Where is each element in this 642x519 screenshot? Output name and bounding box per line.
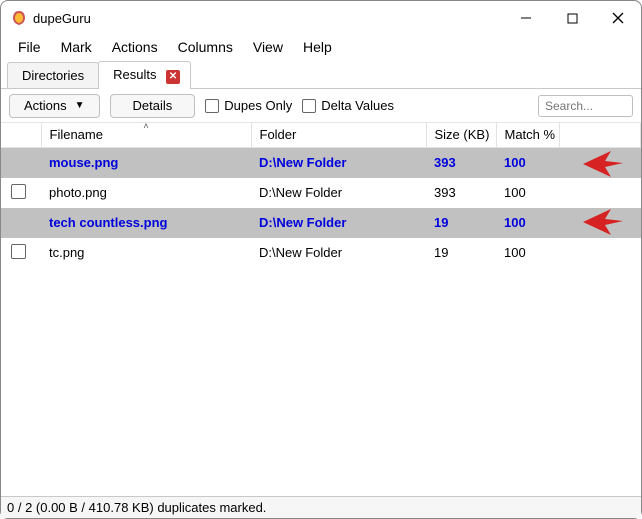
- table-row[interactable]: tech countless.png D:\New Folder 19 100: [1, 208, 641, 238]
- cell-match: 100: [496, 178, 559, 208]
- delta-values-label: Delta Values: [321, 98, 394, 113]
- column-size[interactable]: Size (KB): [426, 123, 496, 147]
- cell-match: 100: [496, 147, 559, 178]
- search-input[interactable]: [538, 95, 633, 117]
- column-match[interactable]: Match %: [496, 123, 559, 147]
- cell-match: 100: [496, 238, 559, 268]
- cell-folder: D:\New Folder: [251, 147, 426, 178]
- actions-dropdown[interactable]: Actions ▼: [9, 94, 100, 118]
- menu-file[interactable]: File: [9, 37, 50, 57]
- cell-filename: tech countless.png: [41, 208, 251, 238]
- menu-view[interactable]: View: [244, 37, 292, 57]
- cell-size: 19: [426, 238, 496, 268]
- status-text: 0 / 2 (0.00 B / 410.78 KB) duplicates ma…: [7, 500, 266, 515]
- cell-folder: D:\New Folder: [251, 178, 426, 208]
- minimize-button[interactable]: [503, 1, 549, 35]
- checkbox-box: [205, 99, 219, 113]
- maximize-button[interactable]: [549, 1, 595, 35]
- column-blank[interactable]: [559, 123, 641, 147]
- chevron-down-icon: ▼: [75, 100, 85, 111]
- cell-folder: D:\New Folder: [251, 208, 426, 238]
- menu-actions[interactable]: Actions: [103, 37, 167, 57]
- actions-label: Actions: [24, 98, 67, 113]
- row-checkbox[interactable]: [11, 244, 26, 259]
- tab-directories[interactable]: Directories: [7, 62, 99, 88]
- tab-row: Directories Results ✕: [1, 59, 641, 89]
- column-folder-label: Folder: [260, 127, 297, 142]
- column-size-label: Size (KB): [435, 127, 490, 142]
- delta-values-checkbox[interactable]: Delta Values: [302, 98, 394, 113]
- column-match-label: Match %: [505, 127, 556, 142]
- row-checkbox[interactable]: [11, 184, 26, 199]
- cell-match: 100: [496, 208, 559, 238]
- results-table: Filename ˄ Folder Size (KB) Match %: [1, 123, 641, 268]
- tab-results-label: Results: [113, 67, 156, 82]
- statusbar: 0 / 2 (0.00 B / 410.78 KB) duplicates ma…: [1, 496, 641, 518]
- column-mark[interactable]: [1, 123, 41, 147]
- table-row[interactable]: tc.png D:\New Folder 19 100: [1, 238, 641, 268]
- app-window: dupeGuru File Mark Actions Columns View …: [0, 0, 642, 519]
- cell-filename: mouse.png: [41, 147, 251, 178]
- tab-results[interactable]: Results ✕: [98, 61, 191, 89]
- cell-folder: D:\New Folder: [251, 238, 426, 268]
- window-controls: [503, 1, 641, 35]
- dupes-only-label: Dupes Only: [224, 98, 292, 113]
- app-icon: [11, 10, 27, 26]
- cell-size: 19: [426, 208, 496, 238]
- column-filename-label: Filename: [50, 127, 103, 142]
- details-button[interactable]: Details: [110, 94, 196, 118]
- cell-size: 393: [426, 147, 496, 178]
- tab-directories-label: Directories: [22, 68, 84, 83]
- details-label: Details: [133, 98, 173, 113]
- menubar: File Mark Actions Columns View Help: [1, 35, 641, 59]
- close-tab-icon[interactable]: ✕: [166, 70, 180, 84]
- close-button[interactable]: [595, 1, 641, 35]
- table-row[interactable]: mouse.png D:\New Folder 393 100: [1, 147, 641, 178]
- titlebar: dupeGuru: [1, 1, 641, 35]
- results-table-wrap: Filename ˄ Folder Size (KB) Match %: [1, 123, 641, 496]
- sort-indicator-icon: ˄: [143, 123, 148, 131]
- toolbar: Actions ▼ Details Dupes Only Delta Value…: [1, 89, 641, 123]
- column-filename[interactable]: Filename ˄: [41, 123, 251, 147]
- menu-mark[interactable]: Mark: [52, 37, 101, 57]
- table-row[interactable]: photo.png D:\New Folder 393 100: [1, 178, 641, 208]
- dupes-only-checkbox[interactable]: Dupes Only: [205, 98, 292, 113]
- column-folder[interactable]: Folder: [251, 123, 426, 147]
- cell-filename: tc.png: [41, 238, 251, 268]
- menu-help[interactable]: Help: [294, 37, 341, 57]
- window-title: dupeGuru: [33, 11, 91, 26]
- table-header-row: Filename ˄ Folder Size (KB) Match %: [1, 123, 641, 147]
- menu-columns[interactable]: Columns: [169, 37, 242, 57]
- cell-filename: photo.png: [41, 178, 251, 208]
- cell-size: 393: [426, 178, 496, 208]
- checkbox-box: [302, 99, 316, 113]
